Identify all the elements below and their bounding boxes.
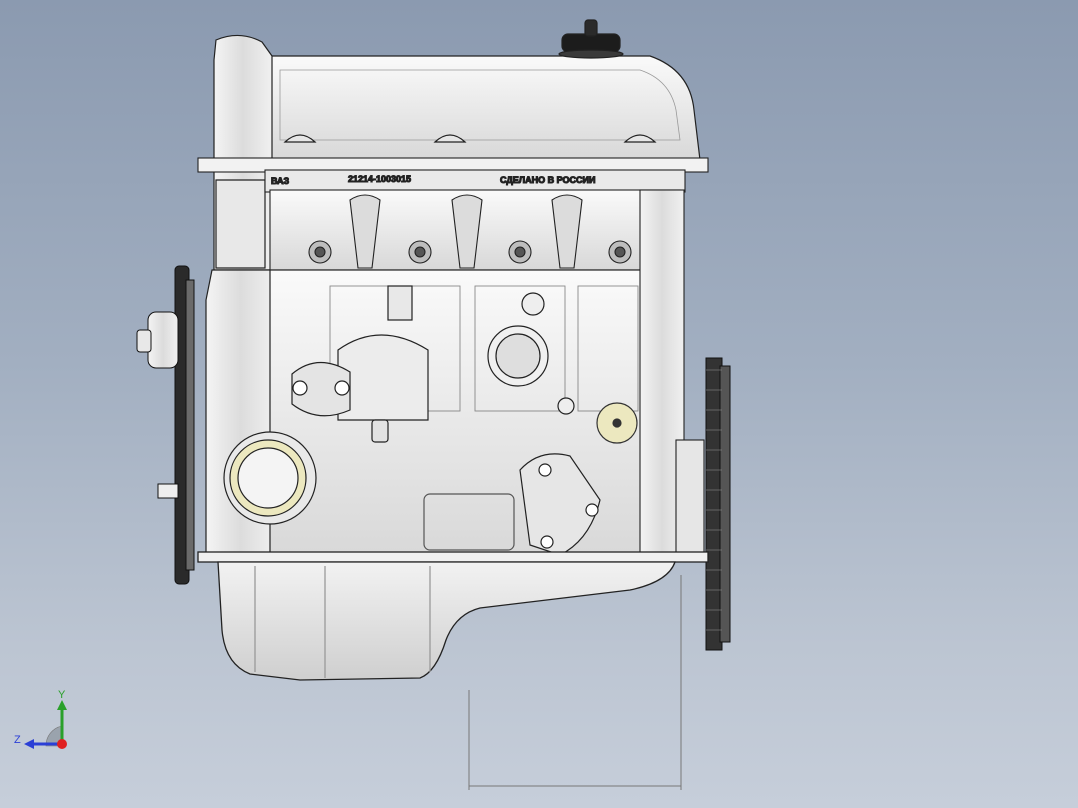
x-axis-dot: [57, 739, 67, 749]
head-made-in-label: СДЕЛАНО В РОССИИ: [500, 175, 595, 185]
head-part-number-label: 21214-1003015: [348, 174, 411, 184]
y-axis-arrow-head: [57, 700, 67, 710]
front-seal: [223, 431, 317, 525]
head-brand-label: ВАЗ: [271, 176, 290, 186]
highlighted-plug: [596, 402, 638, 444]
engine-model[interactable]: ВАЗ 21214-1003015 СДЕЛАНО В РОССИИ: [0, 0, 1078, 808]
coordinate-triad[interactable]: Y Z: [10, 686, 80, 756]
y-axis-label: Y: [58, 689, 66, 701]
valve-cover: [264, 19, 701, 161]
crankshaft-pulley: [136, 265, 195, 585]
z-axis-label: Z: [14, 734, 21, 746]
3d-model-viewport[interactable]: ВАЗ 21214-1003015 СДЕЛАНО В РОССИИ Y Z: [0, 0, 1078, 808]
rear-housing: [639, 189, 705, 561]
oil-pan: [197, 551, 709, 681]
flywheel: [705, 357, 731, 651]
dimension-lines: [468, 575, 682, 790]
z-axis-arrow-head: [24, 739, 34, 749]
cylinder-head: ВАЗ 21214-1003015 СДЕЛАНО В РОССИИ: [197, 157, 709, 271]
